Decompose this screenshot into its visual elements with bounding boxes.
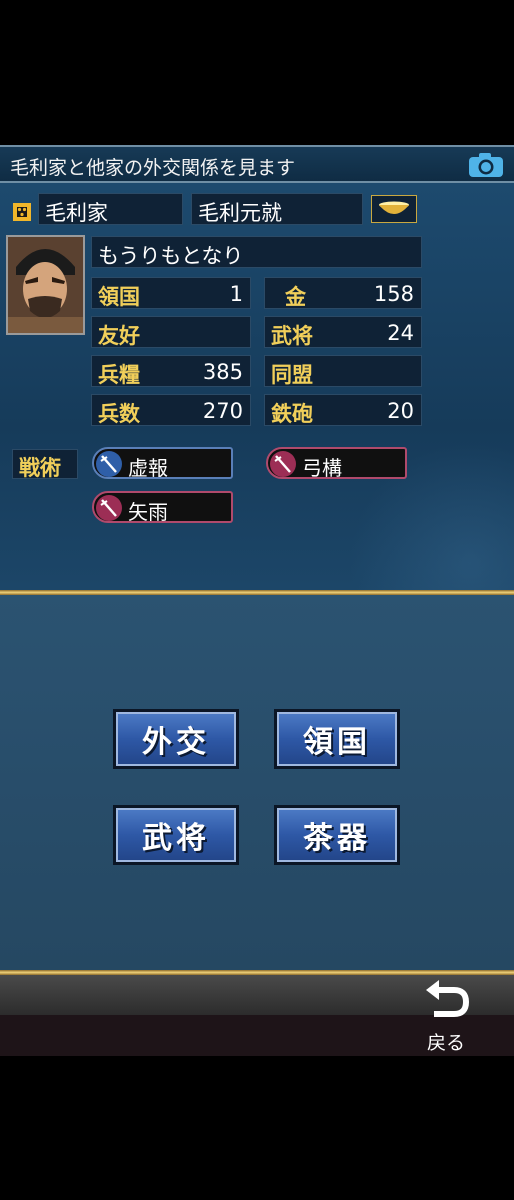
- clan-name: 毛利家: [45, 201, 108, 225]
- stat-territory: 領国 1: [91, 277, 251, 309]
- tea-utensils-button[interactable]: 茶器: [274, 805, 400, 865]
- stat-friendship-label: 友好: [98, 324, 140, 348]
- sword-icon: [96, 451, 122, 477]
- territory-button-label: 領国: [277, 712, 397, 766]
- clan-emblem-icon: [13, 203, 31, 221]
- return-arrow-icon: [426, 980, 470, 1017]
- header-bar: 毛利家と他家の外交関係を見ます: [0, 145, 514, 183]
- leader-name: 毛利元就: [198, 201, 282, 225]
- tactic-item[interactable]: 弓構: [266, 447, 407, 480]
- generals-button[interactable]: 武将: [113, 805, 239, 865]
- stat-food: 兵糧 385: [91, 355, 251, 387]
- stat-alliance-label: 同盟: [271, 363, 313, 387]
- header-title: 毛利家と他家の外交関係を見ます: [10, 157, 296, 179]
- portrait-image: [8, 237, 83, 333]
- territory-button[interactable]: 領国: [274, 709, 400, 769]
- stat-alliance: 同盟: [264, 355, 422, 387]
- stat-food-value: 385: [202, 360, 243, 384]
- diplomacy-button-label: 外交: [116, 712, 236, 766]
- tactic-item[interactable]: 虚報: [92, 447, 233, 480]
- stat-territory-value: 1: [229, 282, 243, 306]
- stat-troops-value: 270: [202, 399, 243, 423]
- tactic-name: 弓構: [302, 456, 342, 480]
- tea-bowl-slot[interactable]: [371, 195, 417, 223]
- stat-troops: 兵数 270: [91, 394, 251, 426]
- sword-icon: [270, 451, 296, 477]
- camera-icon[interactable]: [468, 152, 504, 178]
- tactic-name: 矢雨: [128, 500, 168, 524]
- tactics-label-box: 戦術: [12, 449, 78, 480]
- tactics-label: 戦術: [19, 456, 61, 480]
- stat-guns: 鉄砲 20: [264, 394, 422, 426]
- stat-friendship: 友好: [91, 316, 251, 348]
- back-button[interactable]: 戻る: [418, 980, 474, 1054]
- tea-bowl-icon: [379, 201, 409, 214]
- stat-food-label: 兵糧: [98, 363, 140, 387]
- leader-portrait[interactable]: [6, 235, 85, 335]
- stat-generals-value: 24: [387, 321, 414, 345]
- sword-icon: [96, 495, 122, 521]
- leader-name-field: 毛利元就: [191, 193, 363, 225]
- tactic-item[interactable]: 矢雨: [92, 491, 233, 524]
- stat-generals-label: 武将: [271, 324, 313, 348]
- tea-utensils-button-label: 茶器: [277, 808, 397, 862]
- menu-area: [0, 595, 514, 970]
- stat-guns-label: 鉄砲: [271, 402, 313, 426]
- back-label: 戻る: [426, 1032, 465, 1054]
- clan-name-field: 毛利家: [38, 193, 183, 225]
- stat-gold: 金 158: [264, 277, 422, 309]
- leader-reading: もうりもとなり: [98, 244, 244, 268]
- stat-territory-label: 領国: [98, 285, 140, 309]
- stat-gold-value: 158: [373, 282, 414, 306]
- stat-generals: 武将 24: [264, 316, 422, 348]
- stat-gold-label: 金: [285, 285, 306, 309]
- leader-reading-field: もうりもとなり: [91, 236, 422, 268]
- tactic-name: 虚報: [128, 456, 168, 480]
- stat-guns-value: 20: [387, 399, 414, 423]
- stat-troops-label: 兵数: [98, 402, 140, 426]
- diplomacy-button[interactable]: 外交: [113, 709, 239, 769]
- generals-button-label: 武将: [116, 808, 236, 862]
